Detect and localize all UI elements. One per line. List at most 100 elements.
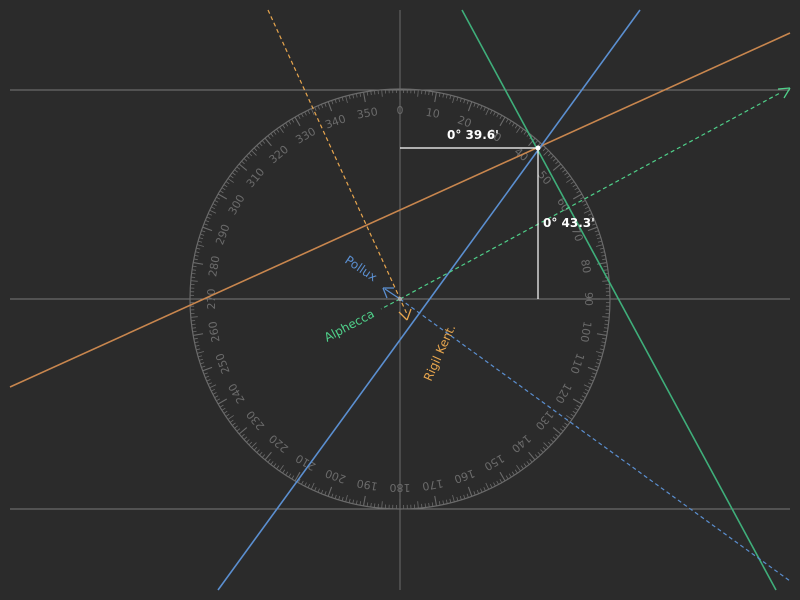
protractor-tick bbox=[552, 436, 557, 440]
protractor-tick bbox=[514, 124, 518, 129]
star-label-alphecca: Alphecca bbox=[322, 307, 377, 345]
protractor-tick bbox=[341, 97, 344, 102]
protractor-tick bbox=[276, 465, 280, 470]
protractor-label: 130 bbox=[533, 408, 556, 432]
protractor-tick bbox=[499, 115, 503, 120]
protractor-tick bbox=[198, 240, 203, 243]
protractor-tick bbox=[201, 230, 206, 233]
protractor-tick bbox=[270, 461, 274, 465]
protractor-tick bbox=[307, 110, 311, 115]
protractor-tick bbox=[594, 365, 599, 368]
protractor-tick bbox=[211, 388, 216, 392]
protractor-tick bbox=[195, 251, 200, 254]
protractor-tick bbox=[562, 425, 566, 429]
protractor-tick bbox=[190, 280, 198, 282]
protractor-tick bbox=[480, 488, 483, 493]
protractor-label: 100 bbox=[577, 320, 593, 343]
protractor-tick bbox=[480, 105, 483, 110]
protractor-tick bbox=[241, 160, 245, 165]
protractor-tick bbox=[225, 413, 230, 417]
protractor-tick bbox=[201, 365, 206, 368]
protractor-tick bbox=[449, 498, 452, 503]
protractor-tick bbox=[602, 337, 607, 340]
protractor-tick bbox=[555, 433, 559, 438]
protractor-tick bbox=[463, 99, 466, 104]
protractor-tick bbox=[264, 451, 272, 461]
protractor-tick bbox=[207, 382, 212, 385]
dot-icon bbox=[535, 145, 541, 151]
protractor-tick bbox=[273, 131, 277, 135]
protractor-tick bbox=[259, 142, 263, 147]
protractor-label: 10 bbox=[425, 106, 441, 121]
protractor-tick bbox=[590, 375, 595, 379]
protractor-label: 230 bbox=[244, 408, 267, 432]
protractor-tick bbox=[352, 94, 355, 99]
protractor-tick bbox=[587, 366, 598, 372]
protractor-tick bbox=[559, 166, 564, 170]
protractor-tick bbox=[203, 372, 208, 375]
protractor-label: 150 bbox=[482, 451, 507, 473]
protractor-tick bbox=[597, 240, 602, 243]
protractor-tick bbox=[338, 495, 341, 500]
protractor-tick bbox=[282, 469, 286, 474]
protractor-tick bbox=[227, 415, 234, 420]
protractor-tick bbox=[355, 93, 358, 98]
protractor-tick bbox=[267, 458, 271, 463]
protractor-tick bbox=[516, 126, 521, 133]
protractor-label: 160 bbox=[452, 466, 476, 485]
protractor-tick bbox=[434, 92, 438, 103]
protractor-tick bbox=[291, 118, 295, 123]
protractor-tick bbox=[261, 140, 266, 144]
readout-vertical: 0° 43.3' bbox=[543, 216, 595, 230]
protractor-label: 290 bbox=[213, 222, 232, 246]
protractor-tick bbox=[596, 333, 607, 337]
protractor-tick bbox=[229, 175, 234, 179]
protractor-tick bbox=[589, 379, 594, 382]
protractor-tick bbox=[243, 158, 248, 162]
protractor-label: 80 bbox=[578, 258, 593, 274]
protractor-tick bbox=[508, 473, 512, 478]
protractor-tick bbox=[526, 461, 530, 465]
protractor-tick bbox=[511, 122, 515, 127]
protractor-tick bbox=[467, 486, 473, 497]
protractor-tick bbox=[227, 178, 234, 183]
protractor-tick bbox=[552, 163, 562, 171]
protractor-tick bbox=[348, 95, 351, 100]
protractor-tick bbox=[456, 496, 459, 501]
protractor-tick bbox=[217, 398, 228, 405]
protractor-tick bbox=[248, 441, 253, 446]
protractor-tick bbox=[601, 254, 606, 257]
protractor-tick bbox=[232, 172, 236, 176]
protractor-tick bbox=[466, 100, 469, 105]
protractor-tick bbox=[324, 102, 327, 107]
protractor-tick bbox=[251, 150, 257, 156]
protractor-tick bbox=[505, 475, 509, 480]
protractor-tick bbox=[256, 145, 260, 149]
protractor-tick bbox=[352, 499, 355, 504]
protractor-tick bbox=[595, 362, 600, 365]
protractor-tick bbox=[584, 206, 589, 210]
protractor-tick bbox=[442, 93, 445, 98]
protractor-tick bbox=[466, 493, 469, 498]
protractor-label: 90 bbox=[582, 292, 595, 306]
protractor-tick bbox=[511, 471, 515, 476]
protractor-tick bbox=[214, 395, 219, 398]
protractor-tick bbox=[570, 413, 575, 417]
protractor-label: 250 bbox=[213, 351, 232, 375]
bearing-line-green-short bbox=[380, 298, 401, 310]
protractor-tick bbox=[338, 98, 341, 103]
protractor-tick bbox=[331, 493, 334, 498]
protractor-tick bbox=[600, 344, 605, 347]
protractor-tick bbox=[264, 137, 272, 147]
protractor-tick bbox=[192, 265, 197, 268]
protractor-label: 270 bbox=[205, 289, 218, 310]
protractor-tick bbox=[442, 500, 445, 505]
protractor-tick bbox=[550, 155, 554, 159]
protractor-tick bbox=[596, 237, 601, 240]
protractor-tick bbox=[588, 213, 593, 216]
protractor-tick bbox=[327, 101, 333, 112]
protractor-tick bbox=[499, 471, 506, 482]
protractor-tick bbox=[294, 116, 301, 127]
protractor-tick bbox=[438, 501, 441, 506]
protractor-label: 190 bbox=[356, 476, 379, 492]
